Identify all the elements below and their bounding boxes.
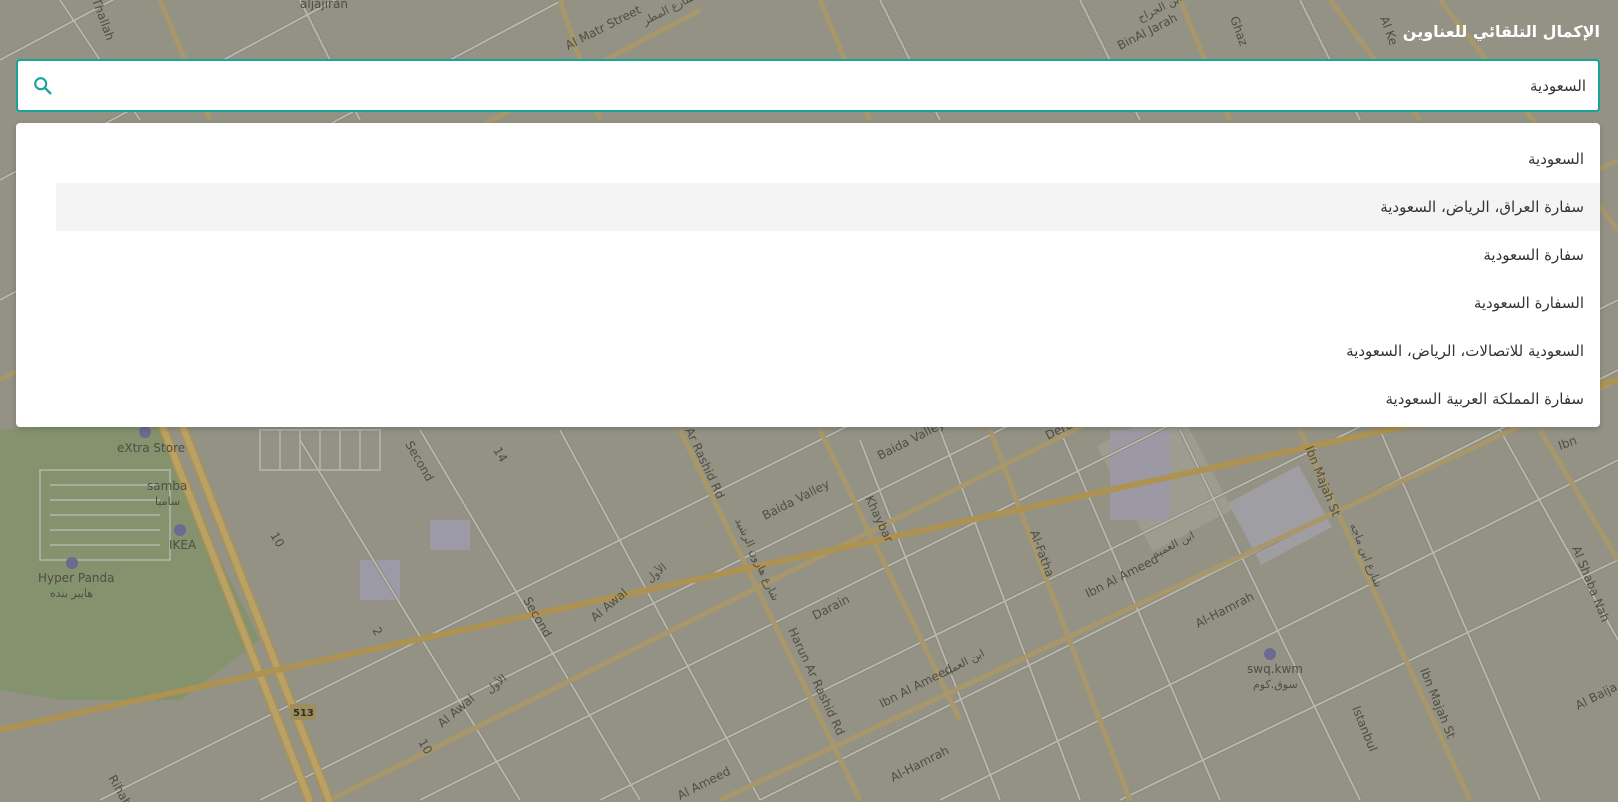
suggestion-item[interactable]: السعودية للاتصالات، الرياض، السعودية <box>56 327 1600 375</box>
suggestion-item[interactable]: سفارة السعودية <box>56 231 1600 279</box>
search-icon[interactable] <box>32 75 54 97</box>
panel-title: الإكمال التلقائي للعناوين <box>1402 22 1600 41</box>
suggestion-item[interactable]: السفارة السعودية <box>56 279 1600 327</box>
search-input[interactable] <box>68 61 1586 110</box>
suggestion-item[interactable]: سفارة العراق، الرياض، السعودية <box>56 183 1600 231</box>
search-box[interactable] <box>16 59 1600 112</box>
suggestions-list: السعودية سفارة العراق، الرياض، السعودية … <box>16 123 1600 427</box>
suggestion-item[interactable]: السعودية <box>56 135 1600 183</box>
suggestion-item[interactable]: سفارة المملكة العربية السعودية <box>56 375 1600 423</box>
